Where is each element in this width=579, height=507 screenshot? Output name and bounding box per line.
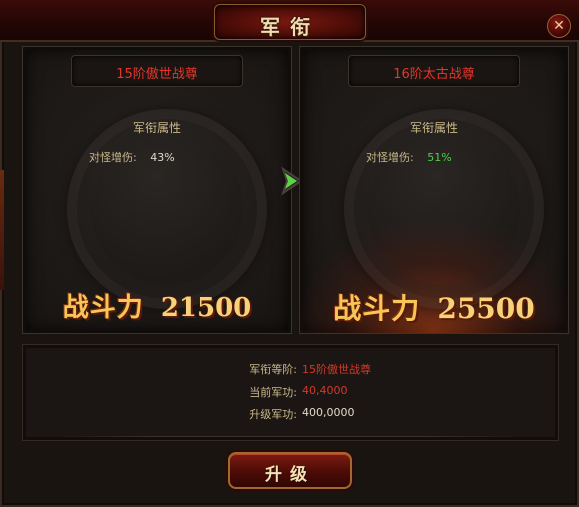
combat-power: 战斗力 25500 <box>300 287 568 327</box>
attribute-value: 43% <box>150 151 175 164</box>
title-plaque: 军衔 <box>214 4 366 40</box>
upgrade-button[interactable]: 升级 <box>228 452 352 489</box>
title-bar: 军衔 ✕ <box>0 0 579 42</box>
close-button[interactable]: ✕ <box>547 14 571 38</box>
rank-info-panel: 军衔等阶: 15阶傲世战尊 当前军功: 40,4000 升级军功: 400,00… <box>22 344 559 441</box>
close-icon: ✕ <box>553 18 565 34</box>
combat-power-label: 战斗力 <box>333 292 421 325</box>
combat-power: 战斗力 21500 <box>23 287 291 324</box>
military-rank-window: 军衔 ✕ 15阶傲世战尊 军衔属性 对怪增伤: 43% 战斗力 21500 16… <box>0 0 579 507</box>
rank-name-plate: 15阶傲世战尊 <box>71 55 243 87</box>
rank-attributes-heading: 军衔属性 <box>132 121 181 135</box>
current-rank-card: 15阶傲世战尊 军衔属性 对怪增伤: 43% 战斗力 21500 <box>22 46 292 334</box>
next-rank-card: 16阶太古战尊 军衔属性 对怪增伤: 51% 战斗力 25500 <box>299 46 569 334</box>
info-value: 400,0000 <box>302 406 355 419</box>
info-label: 当前军功: <box>249 386 297 399</box>
rank-attributes-heading: 军衔属性 <box>409 121 458 135</box>
window-edge-decoration <box>0 170 4 290</box>
attribute-row: 对怪增伤: 43% <box>89 149 175 165</box>
upgrade-button-label: 升级 <box>265 465 315 485</box>
rank-name-plate: 16阶太古战尊 <box>348 55 520 87</box>
combat-power-value: 21500 <box>160 293 252 323</box>
attribute-label: 对怪增伤: <box>89 151 137 164</box>
info-value: 40,4000 <box>302 384 348 397</box>
rank-emblem-icon <box>67 109 267 309</box>
attribute-label: 对怪增伤: <box>366 151 414 164</box>
rank-emblem-icon <box>344 109 544 309</box>
info-label: 军衔等阶: <box>249 363 297 376</box>
info-value: 15阶傲世战尊 <box>302 363 371 376</box>
next-rank-name: 16阶太古战尊 <box>393 67 475 82</box>
divider <box>56 436 522 437</box>
window-title: 军衔 <box>260 15 320 39</box>
combat-power-value: 25500 <box>437 292 535 325</box>
combat-power-label: 战斗力 <box>62 293 144 323</box>
info-label: 升级军功: <box>249 408 297 421</box>
attribute-row: 对怪增伤: 51% <box>366 149 452 165</box>
attribute-value: 51% <box>427 151 452 164</box>
current-rank-name: 15阶傲世战尊 <box>116 67 198 82</box>
